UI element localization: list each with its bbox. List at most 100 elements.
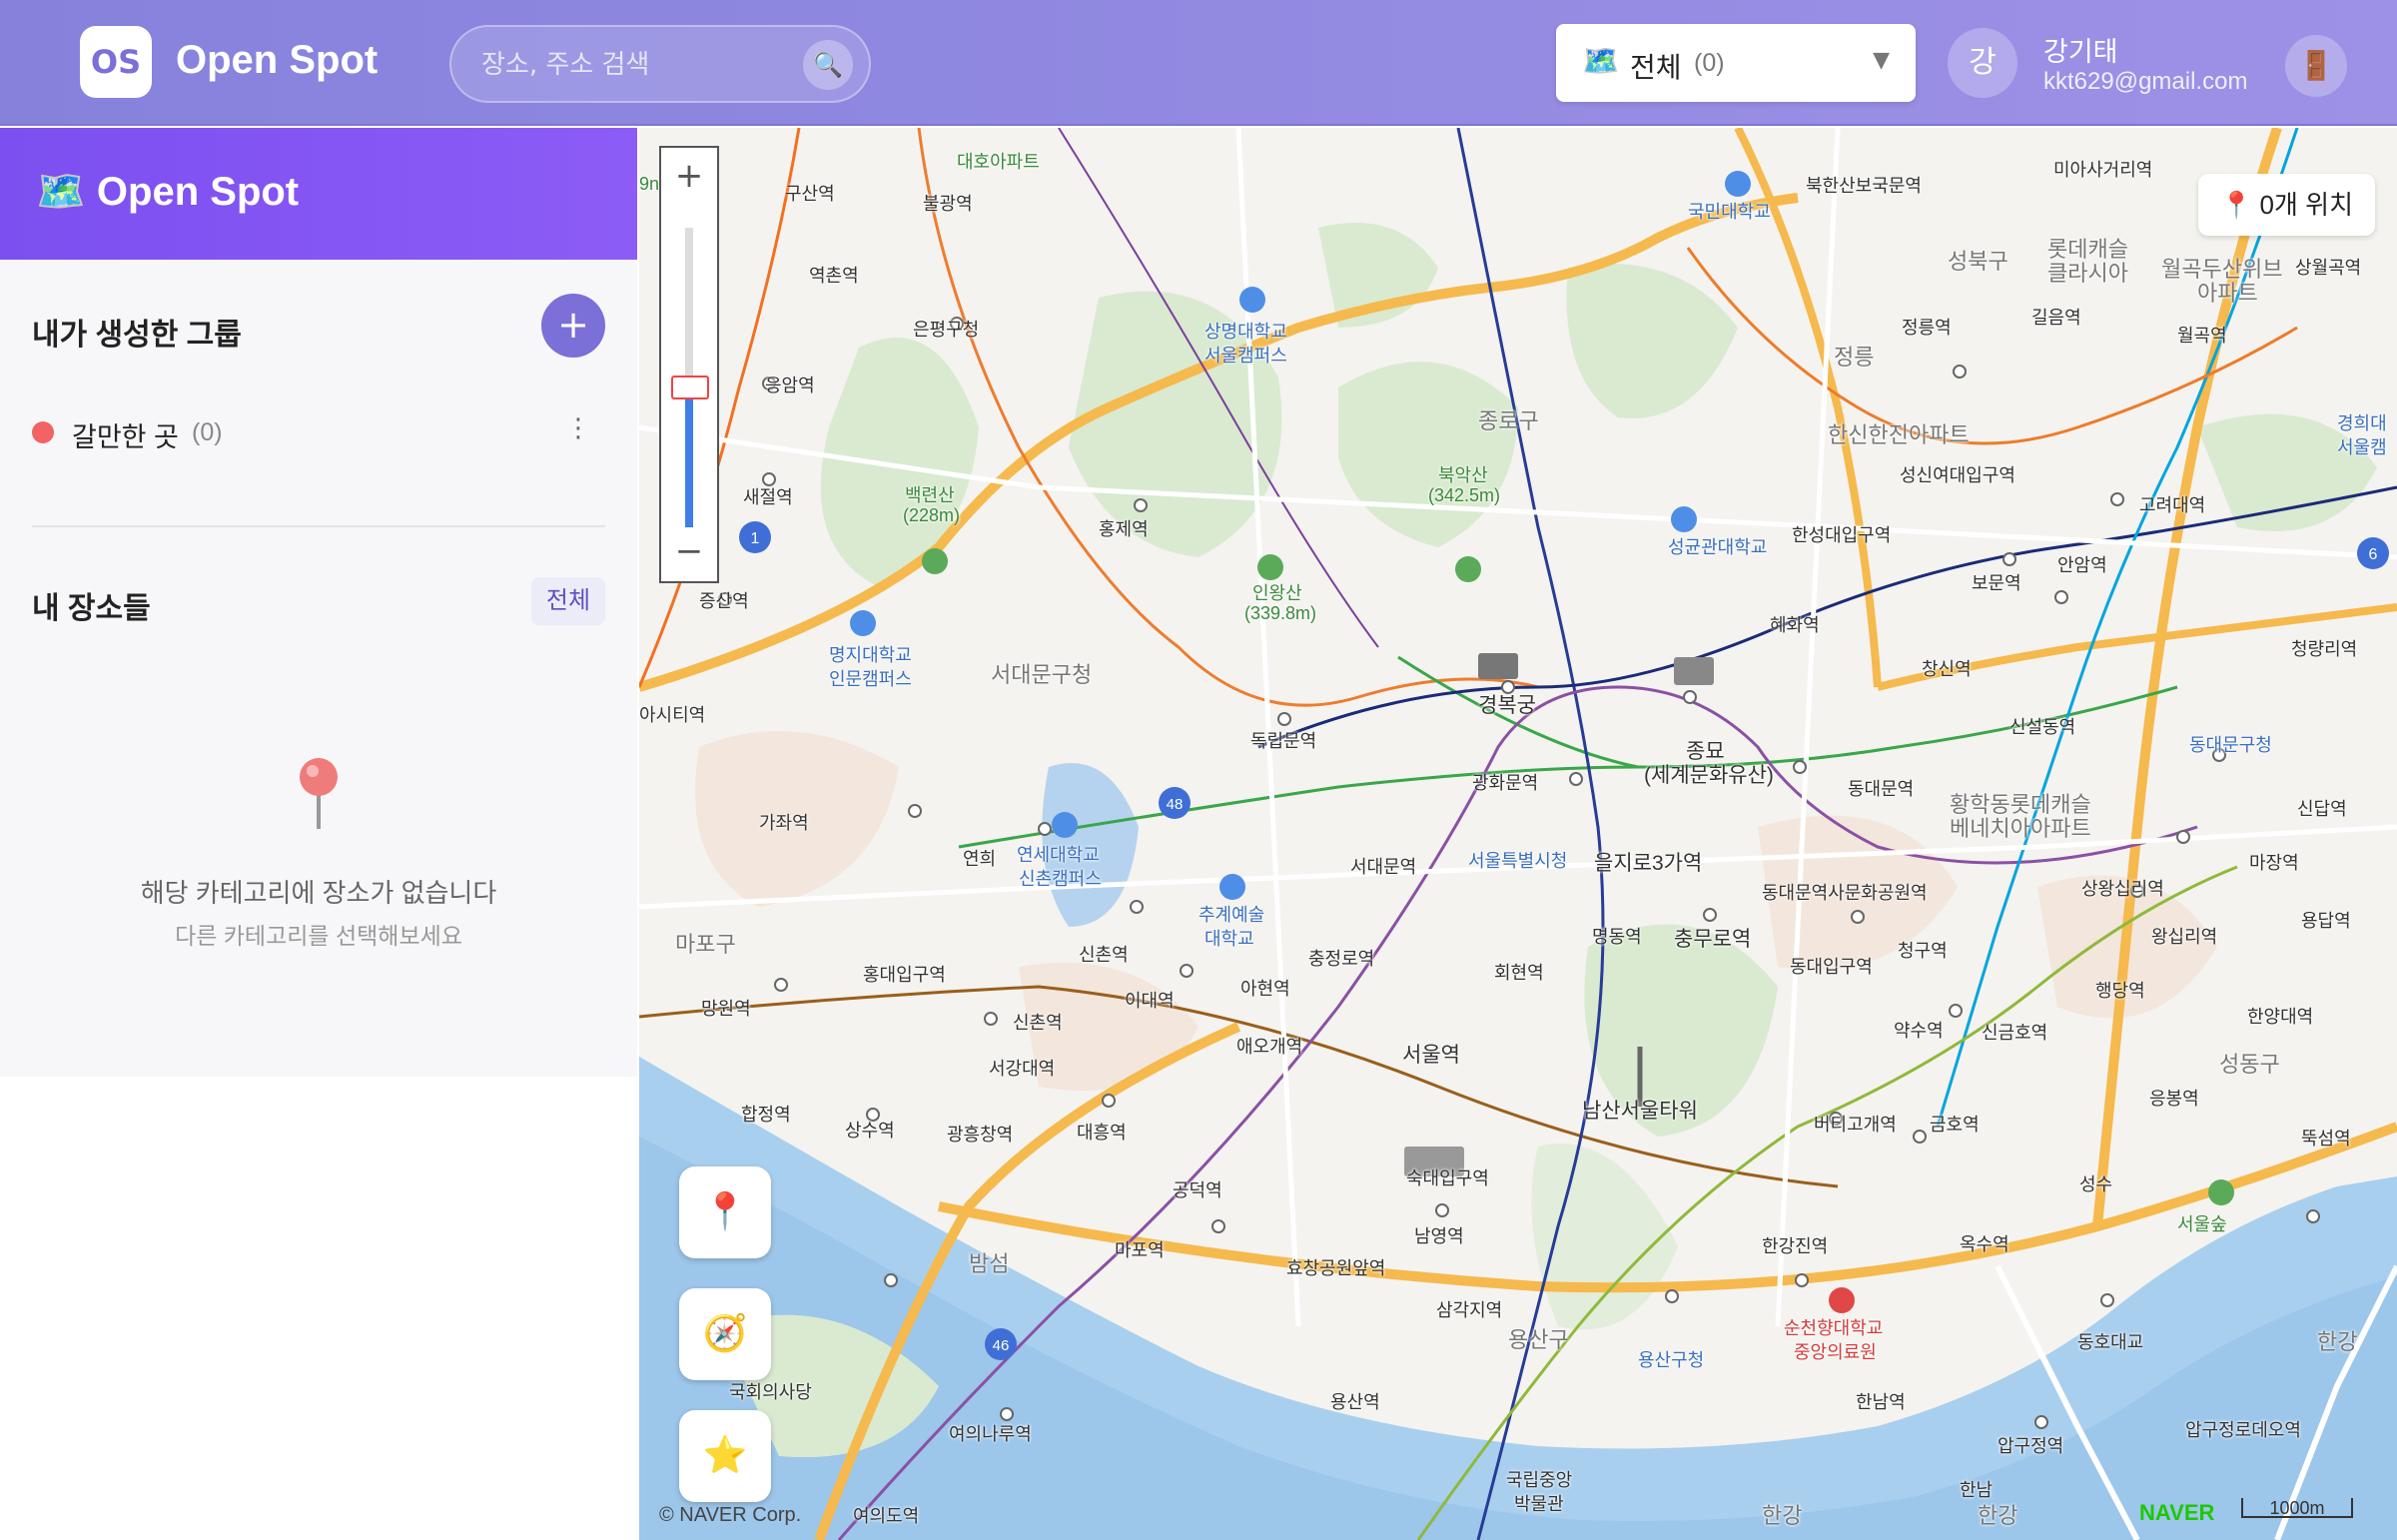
- map-label: 박물관: [1514, 1494, 1564, 1514]
- map-label: 길음역: [2031, 308, 2081, 328]
- map-label: 성동구: [2219, 1052, 2280, 1077]
- user-name: 강기태: [2043, 37, 2118, 67]
- logout-button[interactable]: 🚪: [2285, 35, 2347, 97]
- map-label: 뚝섬역: [2301, 1129, 2351, 1149]
- zoom-control: + −: [659, 146, 719, 583]
- places-filter-chip[interactable]: 전체: [531, 577, 605, 625]
- map-label: (228m): [903, 505, 961, 525]
- map-label: 숙대입구역: [1406, 1168, 1489, 1188]
- map-label: 마포구: [675, 932, 736, 957]
- groups-title: 내가 생성한 그룹: [32, 319, 242, 352]
- add-place-button[interactable]: 📍: [679, 1166, 771, 1258]
- map-label: 불광역: [923, 194, 973, 214]
- add-group-button[interactable]: +: [541, 294, 605, 358]
- group-item[interactable]: 갈만한 곳 (0) ⋮: [32, 407, 605, 457]
- map-label: 상명대학교: [1204, 322, 1287, 342]
- places-title: 내 장소들: [32, 592, 151, 625]
- map-label: 행당역: [2095, 981, 2145, 1001]
- pushpin-icon: [298, 757, 340, 835]
- map-label: 아파트: [2197, 281, 2258, 306]
- favorites-button[interactable]: ⭐: [679, 1410, 771, 1502]
- map-label: 여의도역: [853, 1506, 920, 1526]
- map-label: 금호역: [1930, 1115, 1980, 1135]
- map-label: 성수: [2079, 1174, 2113, 1194]
- map-label: 광화문역: [1472, 773, 1539, 793]
- naver-logo[interactable]: NAVER: [2139, 1500, 2214, 1526]
- map-label: 한강진역: [1762, 1236, 1829, 1256]
- map-label: 명지대학교: [829, 645, 912, 665]
- zoom-slider-handle[interactable]: [671, 376, 709, 399]
- divider: [32, 525, 605, 527]
- app-name[interactable]: Open Spot: [176, 38, 378, 83]
- map-label: 국립중앙: [1506, 1470, 1573, 1490]
- zoom-level-fill: [685, 387, 693, 527]
- map-label: 응봉역: [2149, 1089, 2199, 1109]
- map-label: 동대문구청: [2189, 735, 2272, 755]
- search-button[interactable]: 🔍: [803, 40, 853, 90]
- map-label: 홍제역: [1099, 519, 1149, 539]
- map-label: 대흥역: [1077, 1123, 1127, 1143]
- map-label: 상왕십리역: [2081, 879, 2164, 899]
- map-label: 동대문역사문화공원역: [1762, 883, 1928, 903]
- map-label: 한강: [1762, 1503, 1803, 1528]
- map-label: 북악산: [1438, 465, 1488, 485]
- sidebar: 🗺️ Open Spot 내가 생성한 그룹 + 갈만한 곳 (0) ⋮ 내 장…: [0, 128, 637, 1077]
- map-label: 월곡역: [2177, 326, 2227, 346]
- avatar[interactable]: 강: [1948, 28, 2017, 98]
- map-label: 증산역: [699, 591, 749, 611]
- compass-button[interactable]: 🧭: [679, 1288, 771, 1380]
- map-label: 성신여대입구역: [1900, 465, 2015, 485]
- map-label: 용답역: [2301, 911, 2351, 931]
- map-label: 서울캠: [2337, 437, 2387, 457]
- map-label: 혜화역: [1770, 615, 1820, 635]
- map-label: 성균관대학교: [1668, 537, 1768, 557]
- pin-icon: 📍: [702, 1191, 748, 1232]
- map-label: 서강대역: [989, 1059, 1056, 1079]
- map-label: 청구역: [1898, 941, 1948, 961]
- map-label: 광흥창역: [947, 1125, 1014, 1145]
- map-label: 서울역: [1402, 1044, 1460, 1067]
- map-label: 경희대: [2337, 413, 2387, 433]
- map-label: 효창공원앞역: [1286, 1258, 1386, 1278]
- location-count-badge: 📍 0개 위치: [2197, 174, 2375, 236]
- map-label: 망원역: [701, 999, 751, 1019]
- map-label: 서대문역: [1350, 857, 1417, 877]
- map-label: 새절역: [743, 487, 793, 507]
- map-label: 신답역: [2297, 799, 2347, 819]
- map-label: 9n: [639, 174, 660, 194]
- map-label: 애오개역: [1236, 1037, 1303, 1057]
- zoom-out-button[interactable]: −: [661, 523, 717, 579]
- map-label: 독립문역: [1250, 731, 1317, 751]
- map-label: 용산구: [1508, 1327, 1569, 1352]
- more-menu-icon[interactable]: ⋮: [565, 413, 591, 443]
- app-logo[interactable]: OS: [80, 26, 152, 98]
- category-select[interactable]: 🗺️ 전체 (0) ▼: [1556, 24, 1916, 102]
- search-input[interactable]: [481, 45, 781, 85]
- map-label: 을지로3가역: [1594, 852, 1703, 875]
- map-scale: 1000m: [2241, 1498, 2353, 1518]
- map-label: 용산역: [1330, 1392, 1380, 1412]
- compass-icon: 🧭: [702, 1313, 748, 1354]
- map-label: 국회의사당: [729, 1382, 812, 1402]
- map-label: 클라시아: [2047, 261, 2128, 286]
- map-label: 합정역: [741, 1105, 791, 1125]
- map-copyright: © NAVER Corp.: [659, 1504, 802, 1526]
- map-label: 고려대역: [2139, 495, 2206, 515]
- map-label: 인문캠퍼스: [829, 669, 912, 689]
- map-icon: 🗺️: [1582, 44, 1620, 79]
- map-label: 성북구: [1948, 249, 2008, 274]
- map-view[interactable]: 1 48 46 6 구산역 불광역 대호아파트 역촌역 은평구청 응암역 새절역…: [639, 128, 2397, 1540]
- map-label: 국민대학교: [1688, 202, 1771, 222]
- map-label: 서울특별시청: [1468, 851, 1568, 871]
- map-label: 한양대역: [2247, 1007, 2314, 1027]
- map-label: 마포역: [1115, 1240, 1165, 1260]
- map-label: (세계문화유산): [1644, 764, 1774, 787]
- zoom-in-button[interactable]: +: [661, 148, 717, 204]
- map-label: 한강: [1978, 1503, 2018, 1528]
- map-label: 압구정역: [1998, 1436, 2064, 1456]
- map-label: 서울숲: [2177, 1214, 2227, 1234]
- map-label: 한성대입구역: [1792, 525, 1892, 545]
- map-label: 미아사거리역: [2053, 160, 2153, 180]
- map-label: 인왕산: [1252, 583, 1302, 603]
- map-label: 충무로역: [1674, 928, 1752, 951]
